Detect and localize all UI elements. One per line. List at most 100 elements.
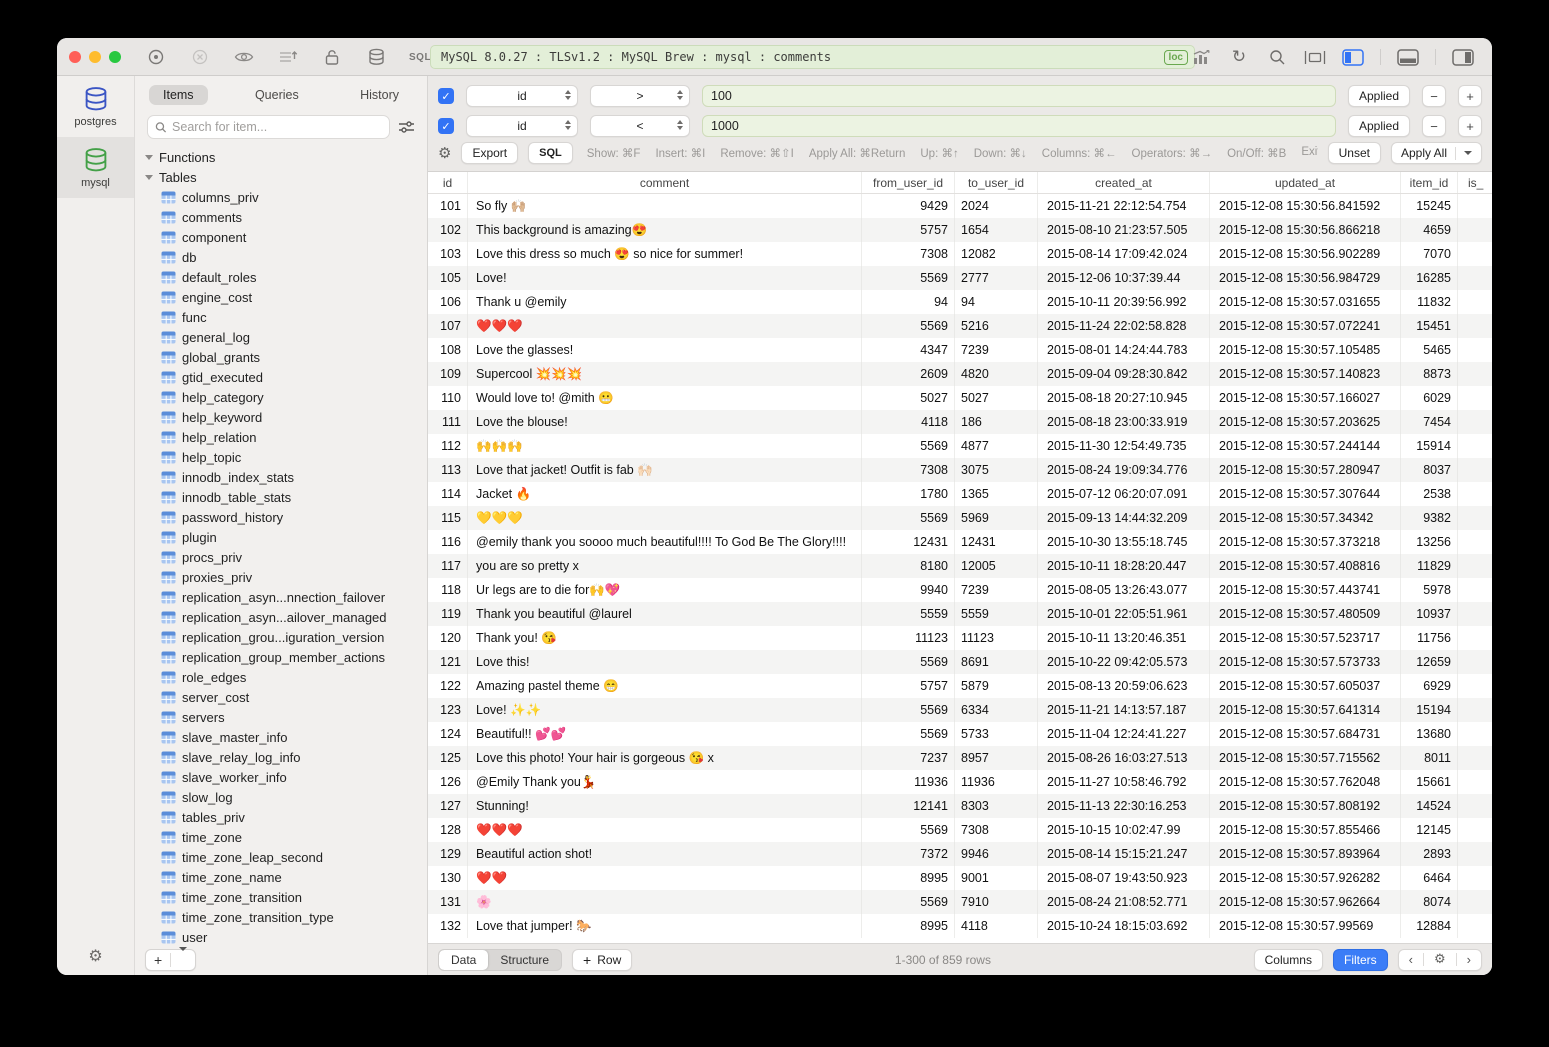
cell-is[interactable] (1458, 266, 1492, 290)
table-row[interactable]: 103 Love this dress so much 😍 so nice fo… (428, 242, 1492, 266)
sidebar-table-item[interactable]: columns_priv (135, 187, 427, 207)
cell-comment[interactable]: Love that jumper! 🐎 (468, 914, 862, 938)
cell-comment[interactable]: Would love to! @mith 😬 (468, 386, 862, 410)
cell-comment[interactable]: Beautiful action shot! (468, 842, 862, 866)
cell-created-at[interactable]: 2015-10-01 22:05:51.961 (1038, 602, 1210, 626)
cell-to-user-id[interactable]: 7308 (955, 818, 1038, 842)
refresh-icon[interactable]: ↻ (1228, 46, 1250, 68)
cell-created-at[interactable]: 2015-10-11 18:28:20.447 (1038, 554, 1210, 578)
table-row[interactable]: 132 Love that jumper! 🐎 8995 4118 2015-1… (428, 914, 1492, 938)
cell-comment[interactable]: Thank you! 😘 (468, 626, 862, 650)
cell-created-at[interactable]: 2015-11-21 22:12:54.754 (1038, 194, 1210, 218)
page-settings-gear-icon[interactable]: ⚙ (1434, 952, 1446, 967)
cell-is[interactable] (1458, 506, 1492, 530)
column-header-created-at[interactable]: created_at (1038, 172, 1210, 193)
preview-eye-icon[interactable] (233, 46, 255, 68)
cell-to-user-id[interactable]: 11936 (955, 770, 1038, 794)
table-row[interactable]: 122 Amazing pastel theme 😁 5757 5879 201… (428, 674, 1492, 698)
cell-id[interactable]: 126 (428, 770, 468, 794)
cell-is[interactable] (1458, 386, 1492, 410)
commit-list-icon[interactable] (277, 46, 299, 68)
sidebar-table-item[interactable]: time_zone_transition_type (135, 907, 427, 927)
cell-created-at[interactable]: 2015-09-13 14:44:32.209 (1038, 506, 1210, 530)
cell-from-user-id[interactable]: 5569 (862, 434, 955, 458)
add-item-split-button[interactable]: + (145, 949, 196, 971)
toggle-right-panel-icon[interactable] (1452, 46, 1474, 68)
table-row[interactable]: 102 This background is amazing😍 5757 165… (428, 218, 1492, 242)
cell-is[interactable] (1458, 578, 1492, 602)
cell-from-user-id[interactable]: 4347 (862, 338, 955, 362)
cell-created-at[interactable]: 2015-11-04 12:24:41.227 (1038, 722, 1210, 746)
cell-comment[interactable]: Ur legs are to die for🙌💖 (468, 578, 862, 602)
cell-to-user-id[interactable]: 12005 (955, 554, 1038, 578)
cell-updated-at[interactable]: 2015-12-08 15:30:57.684731 (1210, 722, 1401, 746)
section-functions[interactable]: Functions (135, 147, 427, 167)
cell-created-at[interactable]: 2015-11-21 14:13:57.187 (1038, 698, 1210, 722)
toggle-bottom-panel-icon[interactable] (1397, 46, 1419, 68)
cell-updated-at[interactable]: 2015-12-08 15:30:57.99569 (1210, 914, 1401, 938)
table-row[interactable]: 128 ❤️❤️❤️ 5569 7308 2015-10-15 10:02:47… (428, 818, 1492, 842)
section-tables[interactable]: Tables (135, 167, 427, 187)
cell-to-user-id[interactable]: 11123 (955, 626, 1038, 650)
cell-id[interactable]: 130 (428, 866, 468, 890)
cell-updated-at[interactable]: 2015-12-08 15:30:57.893964 (1210, 842, 1401, 866)
column-header-id[interactable]: id (428, 172, 468, 193)
table-row[interactable]: 112 🙌🙌🙌 5569 4877 2015-11-30 12:54:49.73… (428, 434, 1492, 458)
cell-created-at[interactable]: 2015-08-13 20:59:06.623 (1038, 674, 1210, 698)
cell-is[interactable] (1458, 698, 1492, 722)
cell-item-id[interactable]: 9382 (1401, 506, 1458, 530)
sidebar-table-item[interactable]: help_relation (135, 427, 427, 447)
cell-from-user-id[interactable]: 8180 (862, 554, 955, 578)
cell-id[interactable]: 112 (428, 434, 468, 458)
sidebar-table-item[interactable]: innodb_table_stats (135, 487, 427, 507)
cell-item-id[interactable]: 11832 (1401, 290, 1458, 314)
cell-from-user-id[interactable]: 9429 (862, 194, 955, 218)
cell-updated-at[interactable]: 2015-12-08 15:30:57.808192 (1210, 794, 1401, 818)
cell-updated-at[interactable]: 2015-12-08 15:30:57.926282 (1210, 866, 1401, 890)
cell-to-user-id[interactable]: 12082 (955, 242, 1038, 266)
sidebar-table-item[interactable]: slave_relay_log_info (135, 747, 427, 767)
sidebar-table-item[interactable]: password_history (135, 507, 427, 527)
sidebar-table-item[interactable]: replication_asyn...ailover_managed (135, 607, 427, 627)
cell-item-id[interactable]: 8037 (1401, 458, 1458, 482)
cell-to-user-id[interactable]: 4877 (955, 434, 1038, 458)
cell-from-user-id[interactable]: 7237 (862, 746, 955, 770)
cell-from-user-id[interactable]: 5569 (862, 818, 955, 842)
cell-to-user-id[interactable]: 5027 (955, 386, 1038, 410)
unset-button[interactable]: Unset (1328, 142, 1381, 164)
cell-comment[interactable]: Love the glasses! (468, 338, 862, 362)
cell-created-at[interactable]: 2015-08-24 19:09:34.776 (1038, 458, 1210, 482)
cell-from-user-id[interactable]: 5027 (862, 386, 955, 410)
cell-is[interactable] (1458, 530, 1492, 554)
cell-item-id[interactable]: 16285 (1401, 266, 1458, 290)
cell-updated-at[interactable]: 2015-12-08 15:30:56.866218 (1210, 218, 1401, 242)
cell-updated-at[interactable]: 2015-12-08 15:30:57.105485 (1210, 338, 1401, 362)
cell-created-at[interactable]: 2015-11-27 10:58:46.792 (1038, 770, 1210, 794)
cell-is[interactable] (1458, 746, 1492, 770)
cell-is[interactable] (1458, 722, 1492, 746)
cell-to-user-id[interactable]: 94 (955, 290, 1038, 314)
cell-item-id[interactable]: 10937 (1401, 602, 1458, 626)
cell-item-id[interactable]: 2893 (1401, 842, 1458, 866)
cell-comment[interactable]: 🙌🙌🙌 (468, 434, 862, 458)
cell-is[interactable] (1458, 314, 1492, 338)
cell-to-user-id[interactable]: 12431 (955, 530, 1038, 554)
cell-updated-at[interactable]: 2015-12-08 15:30:57.855466 (1210, 818, 1401, 842)
sidebar-table-item[interactable]: slave_worker_info (135, 767, 427, 787)
sidebar-table-item[interactable]: tables_priv (135, 807, 427, 827)
disconnect-icon[interactable] (189, 46, 211, 68)
cell-from-user-id[interactable]: 5757 (862, 218, 955, 242)
cell-id[interactable]: 131 (428, 890, 468, 914)
cell-created-at[interactable]: 2015-08-10 21:23:57.505 (1038, 218, 1210, 242)
sidebar-table-item[interactable]: general_log (135, 327, 427, 347)
table-row[interactable]: 108 Love the glasses! 4347 7239 2015-08-… (428, 338, 1492, 362)
cell-is[interactable] (1458, 770, 1492, 794)
cell-to-user-id[interactable]: 5733 (955, 722, 1038, 746)
cell-item-id[interactable]: 11829 (1401, 554, 1458, 578)
cell-is[interactable] (1458, 554, 1492, 578)
cell-comment[interactable]: Thank u @emily (468, 290, 862, 314)
add-filter-button[interactable]: + (1458, 85, 1482, 107)
sidebar-table-item[interactable]: plugin (135, 527, 427, 547)
column-header-comment[interactable]: comment (468, 172, 862, 193)
database-icon[interactable] (365, 46, 387, 68)
